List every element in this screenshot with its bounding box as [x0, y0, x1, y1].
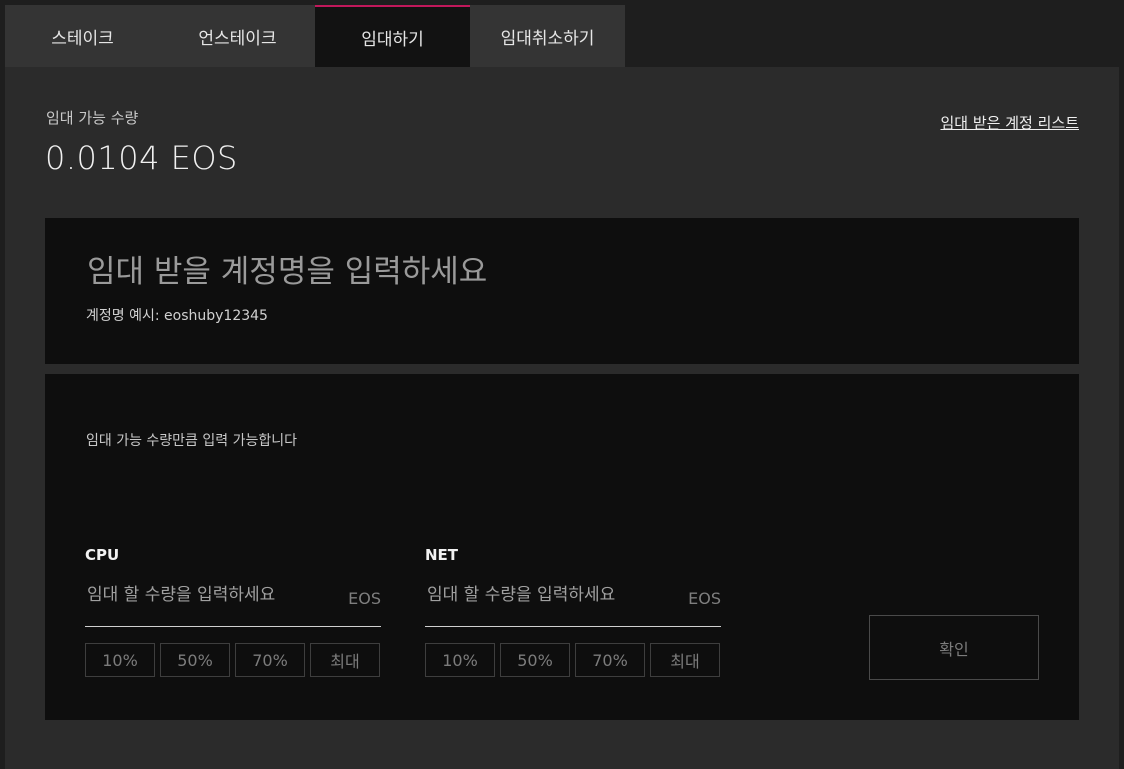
- tab-stake[interactable]: 스테이크: [5, 5, 160, 67]
- net-field: EOS: [425, 578, 721, 627]
- tab-rent[interactable]: 임대하기: [315, 5, 470, 67]
- account-section: 계정명 예시: eoshuby12345: [45, 218, 1079, 364]
- amount-note: 임대 가능 수량만큼 입력 가능합니다: [86, 433, 297, 449]
- net-amount-input[interactable]: [427, 580, 667, 610]
- tab-bar: 스테이크 언스테이크 임대하기 임대취소하기: [5, 5, 625, 67]
- available-label: 임대 가능 수량: [46, 109, 139, 127]
- net-percent-buttons: 10% 50% 70% 최대: [425, 643, 721, 677]
- net-max-button[interactable]: 최대: [650, 643, 720, 677]
- account-hint: 계정명 예시: eoshuby12345: [86, 308, 268, 324]
- rent-panel: 임대 가능 수량 0.0104 EOS 임대 받은 계정 리스트 계정명 예시:…: [5, 67, 1119, 769]
- cpu-amount-input[interactable]: [87, 580, 327, 610]
- cpu-50-percent-button[interactable]: 50%: [160, 643, 230, 677]
- net-70-percent-button[interactable]: 70%: [575, 643, 645, 677]
- cpu-10-percent-button[interactable]: 10%: [85, 643, 155, 677]
- net-10-percent-button[interactable]: 10%: [425, 643, 495, 677]
- net-unit: EOS: [688, 589, 721, 608]
- cpu-unit: EOS: [348, 589, 381, 608]
- tab-cancel-rent[interactable]: 임대취소하기: [470, 5, 625, 67]
- amount-section: 임대 가능 수량만큼 입력 가능합니다 CPU EOS 10% 50% 70% …: [45, 374, 1079, 720]
- cpu-70-percent-button[interactable]: 70%: [235, 643, 305, 677]
- cpu-max-button[interactable]: 최대: [310, 643, 380, 677]
- net-section: NET EOS 10% 50% 70% 최대: [425, 546, 721, 677]
- tab-unstake[interactable]: 언스테이크: [160, 5, 315, 67]
- account-name-input[interactable]: [87, 250, 987, 294]
- rented-account-list-link[interactable]: 임대 받은 계정 리스트: [940, 112, 1079, 133]
- confirm-button[interactable]: 확인: [869, 615, 1039, 680]
- available-value: 0.0104 EOS: [45, 139, 238, 177]
- cpu-percent-buttons: 10% 50% 70% 최대: [85, 643, 381, 677]
- cpu-section: CPU EOS 10% 50% 70% 최대: [85, 546, 381, 677]
- cpu-title: CPU: [85, 546, 120, 564]
- net-50-percent-button[interactable]: 50%: [500, 643, 570, 677]
- net-title: NET: [425, 546, 459, 564]
- cpu-field: EOS: [85, 578, 381, 627]
